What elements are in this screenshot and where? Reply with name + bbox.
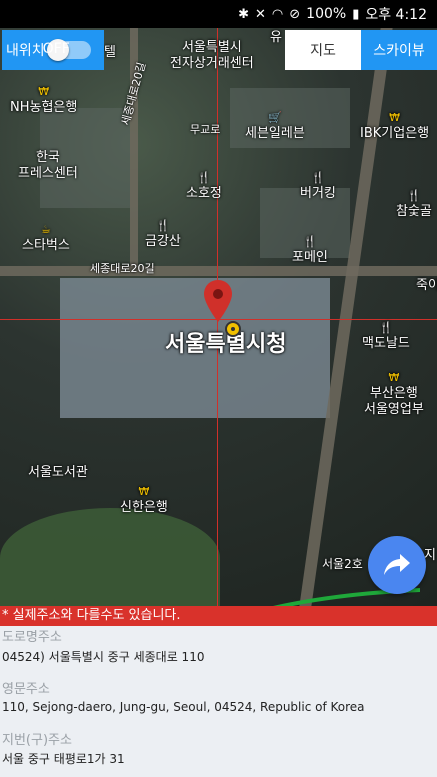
- poi-label[interactable]: 🍴 금강산: [145, 218, 181, 250]
- poi-label[interactable]: 🍴 버거킹: [300, 170, 336, 202]
- restaurant-icon: 🍴: [311, 171, 325, 184]
- skyview-button[interactable]: 스카이뷰: [361, 30, 437, 70]
- dnd-icon: ⊘: [289, 6, 301, 22]
- road-address-label: 도로명주소: [2, 630, 62, 645]
- address-panel: 도로명주소 04524) 서울특별시 중구 세종대로 110 영문주소 110,…: [0, 626, 437, 777]
- location-pin-icon: [204, 280, 232, 322]
- poi-label[interactable]: ₩ 신한은행: [120, 484, 168, 516]
- road-label: 세종대로20길: [90, 262, 155, 275]
- store-icon: 🛒: [268, 111, 282, 124]
- share-icon: [384, 554, 410, 575]
- road-address-value[interactable]: 04524) 서울특별시 중구 세종대로 110: [2, 648, 204, 665]
- subway-label[interactable]: 서울2호: [322, 556, 363, 572]
- poi-label[interactable]: 서울특별시 전자상거래센터: [170, 40, 254, 72]
- poi-label[interactable]: 🛒 세븐일레븐: [245, 110, 305, 142]
- poi-label[interactable]: 한국 프레스센터: [18, 150, 78, 182]
- poi-label[interactable]: 🍴 참숯골: [396, 188, 432, 220]
- poi-label[interactable]: 유: [270, 30, 282, 46]
- current-location-icon: [225, 321, 241, 337]
- my-location-toggle[interactable]: 내위치 OFF: [2, 30, 104, 70]
- jibun-address-label: 지번(구)주소: [2, 733, 72, 748]
- mute-icon: ✕: [255, 6, 266, 22]
- share-button[interactable]: [368, 536, 426, 594]
- restaurant-icon: 🍴: [156, 219, 170, 232]
- restaurant-icon: 🍴: [197, 171, 211, 184]
- plaza: [0, 508, 220, 606]
- clock: 오후 4:12: [365, 7, 427, 23]
- toggle-state: OFF: [42, 41, 70, 57]
- poi-label[interactable]: 텔: [104, 45, 116, 61]
- poi-label[interactable]: 죽이: [416, 278, 437, 294]
- road-label: 세종대로20길: [118, 60, 149, 127]
- poi-label[interactable]: ₩ IBK기업은행: [360, 110, 429, 142]
- bank-icon: ₩: [138, 485, 150, 498]
- restaurant-icon: 🍴: [407, 189, 421, 202]
- map-view[interactable]: 텔 서울특별시 전자상거래센터 유 ₩ NH농협은행 무교로 🛒 세븐일레븐 ₩ IB…: [0, 28, 437, 606]
- poi-label[interactable]: ₩ 부산은행 서울영업부: [364, 370, 424, 418]
- poi-label[interactable]: ₩ NH농협은행: [10, 84, 77, 116]
- english-address-label: 영문주소: [2, 682, 50, 697]
- status-bar: ✱ ✕ ◠ ⊘ 100% ▮ 오후 4:12: [0, 0, 437, 28]
- english-address-value[interactable]: 110, Sejong-daero, Jung-gu, Seoul, 04524…: [2, 700, 365, 714]
- cafe-icon: ☕: [40, 223, 51, 236]
- map-type-switcher: 지도 스카이뷰: [285, 30, 437, 70]
- poi-label[interactable]: 🍴 맥도날드: [362, 320, 410, 352]
- battery-icon: ▮: [352, 6, 360, 22]
- restaurant-icon: 🍴: [303, 235, 317, 248]
- bluetooth-icon: ✱: [238, 6, 249, 22]
- road: [0, 266, 437, 276]
- center-place-label[interactable]: 서울특별시청: [165, 334, 286, 356]
- poi-label[interactable]: 서울도서관: [28, 465, 88, 481]
- wifi-icon: ◠: [271, 6, 284, 22]
- bank-icon: ₩: [389, 111, 400, 124]
- map-button[interactable]: 지도: [285, 30, 361, 70]
- bank-icon: ₩: [38, 85, 50, 98]
- bank-icon: ₩: [388, 371, 400, 384]
- my-location-label: 내위치: [6, 43, 45, 59]
- poi-label[interactable]: ☕ 스타벅스: [22, 222, 70, 254]
- road-label: 무교로: [190, 123, 221, 136]
- jibun-address-value[interactable]: 서울 중구 태평로1가 31: [2, 750, 125, 767]
- restaurant-icon: 🍴: [379, 321, 393, 334]
- warning-banner: * 실제주소와 다를수도 있습니다.: [0, 606, 437, 626]
- battery-level: 100%: [306, 6, 347, 22]
- poi-label[interactable]: 🍴 포메인: [292, 234, 328, 266]
- toggle-switch[interactable]: OFF: [43, 39, 91, 61]
- poi-label[interactable]: 🍴 소호정: [186, 170, 222, 202]
